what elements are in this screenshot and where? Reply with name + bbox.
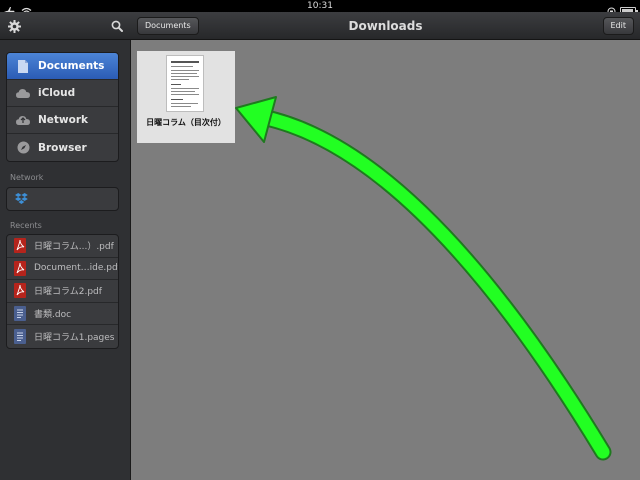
recents-section-label: Recents <box>10 221 42 230</box>
recent-item-label: 日曜コラム1.pages <box>34 333 115 344</box>
sidebar-item-label: Browser <box>38 141 87 154</box>
sidebar-item-network[interactable]: Network <box>7 107 118 134</box>
sidebar-toolbar <box>0 12 131 40</box>
document-icon <box>16 59 30 73</box>
recents-group: 日曜コラム...）.pdf Document…ide.pdf 日曜コラム2.pd… <box>6 234 119 349</box>
recent-item[interactable]: 書類.doc <box>7 303 118 326</box>
sidebar-item-icloud[interactable]: iCloud <box>7 80 118 107</box>
status-time: 10:31 <box>307 1 333 11</box>
compass-icon <box>16 141 30 155</box>
pdf-icon <box>13 283 27 299</box>
sidebar-item-browser[interactable]: Browser <box>7 134 118 161</box>
recent-item-label: 日曜コラム2.pdf <box>34 287 102 298</box>
gear-icon[interactable] <box>5 17 23 35</box>
sidebar-item-label: iCloud <box>38 87 76 99</box>
network-section-label: Network <box>10 173 44 182</box>
edit-button[interactable]: Edit <box>602 17 634 35</box>
recent-item[interactable]: 日曜コラム1.pages <box>7 325 118 348</box>
file-tile[interactable]: 日曜コラム（目次付） <box>137 51 235 143</box>
pdf-icon <box>13 260 27 276</box>
file-thumbnail <box>166 55 204 112</box>
network-icon <box>16 113 30 127</box>
status-bar: 10:31 <box>0 0 640 16</box>
search-icon[interactable] <box>108 17 126 35</box>
sidebar-item-label: Documents <box>38 60 105 72</box>
sidebar-item-documents[interactable]: Documents <box>7 53 118 80</box>
sidebar-item-dropbox[interactable] <box>7 188 118 210</box>
recent-item-label: 日曜コラム...）.pdf <box>34 242 114 253</box>
dropbox-icon <box>14 192 28 206</box>
cloud-icon <box>16 86 30 100</box>
nav-group: Documents iCloud Network Browser <box>6 52 119 162</box>
main-toolbar: Documents Downloads Edit <box>131 12 640 40</box>
doc-icon <box>13 306 27 322</box>
recent-item-label: 書類.doc <box>34 310 72 321</box>
sidebar: Documents iCloud Network Browser Network <box>0 12 131 480</box>
recent-item[interactable]: 日曜コラム...）.pdf <box>7 235 118 258</box>
page-title: Downloads <box>348 19 423 33</box>
network-group <box>6 187 119 211</box>
recent-item[interactable]: Document…ide.pdf <box>7 258 118 281</box>
sidebar-item-label: Network <box>38 114 89 126</box>
doc-icon <box>13 329 27 345</box>
recent-item[interactable]: 日曜コラム2.pdf <box>7 280 118 303</box>
main-content: Documents Downloads Edit 日曜コラム（目次付） <box>131 12 640 480</box>
recent-item-label: Document…ide.pdf <box>34 263 118 274</box>
pdf-icon <box>13 238 27 254</box>
file-name: 日曜コラム（目次付） <box>146 118 226 127</box>
